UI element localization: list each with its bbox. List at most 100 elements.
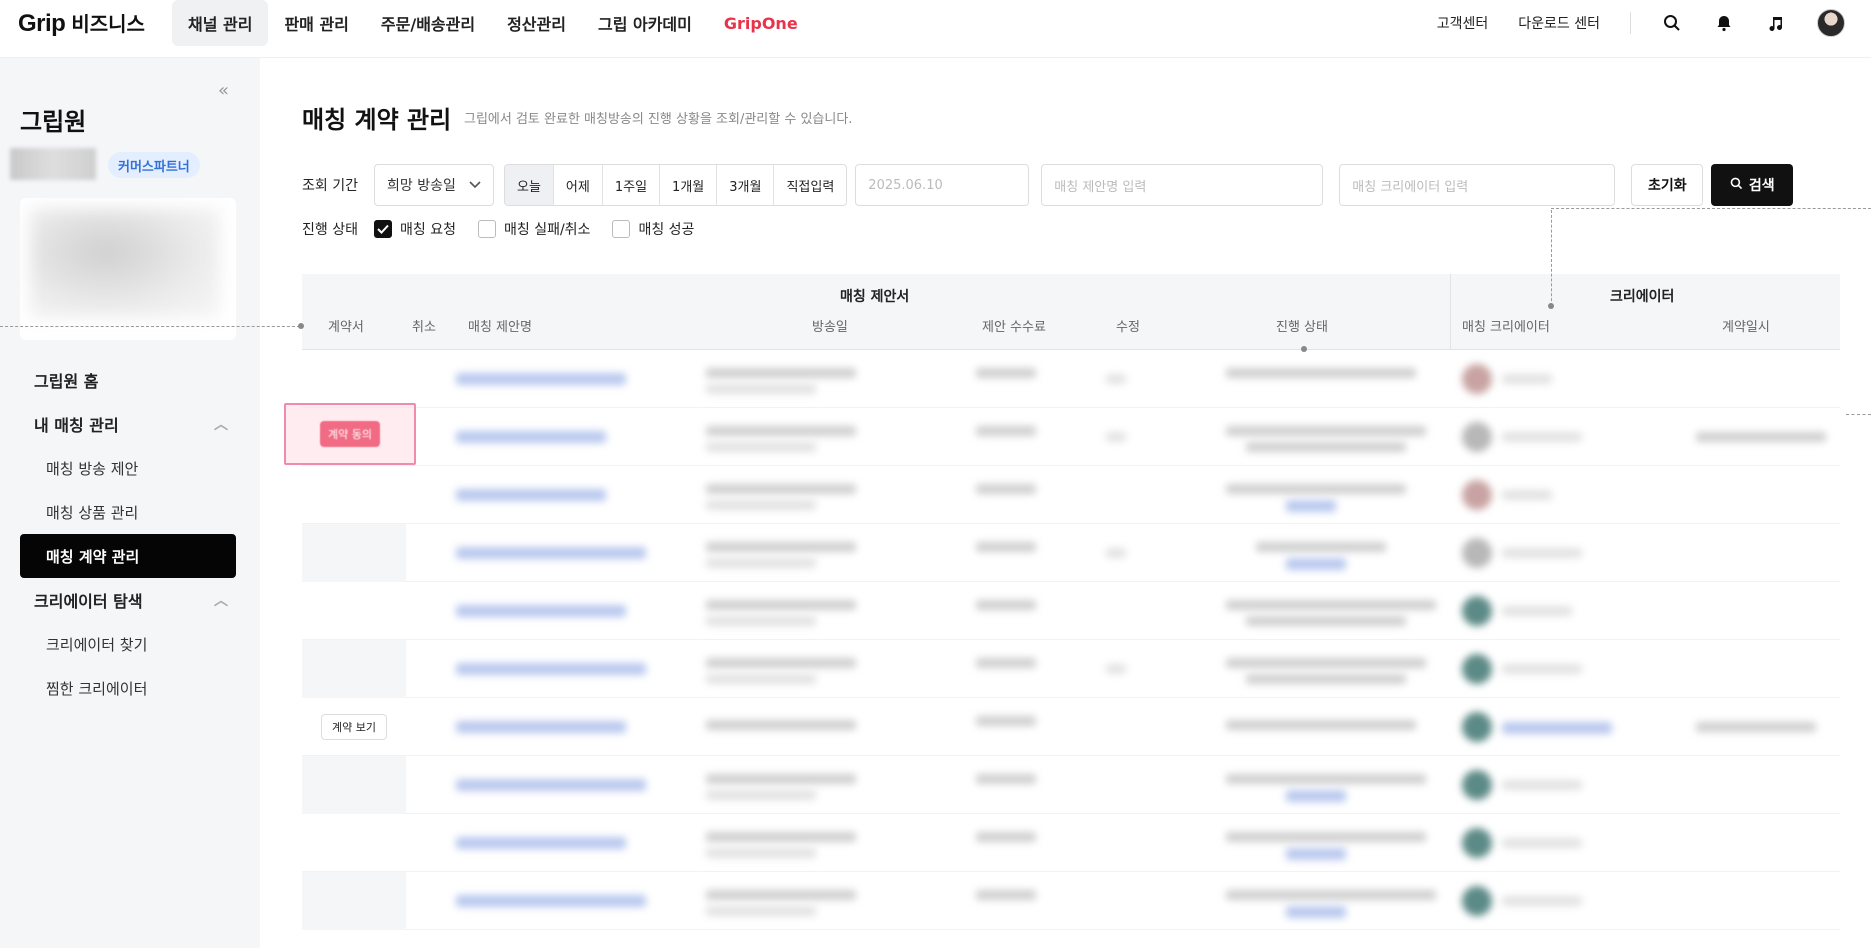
download-center-link[interactable]: 다운로드 센터 (1518, 13, 1600, 33)
period-filter-row: 조회 기간 희망 방송일 오늘 어제 1주일 1개월 3개월 직접입력 2025… (302, 164, 1794, 206)
sidebar-item-find-creator[interactable]: 크리에이터 찾기 (20, 622, 236, 666)
annotation-line (0, 326, 300, 327)
annotation-dot (1548, 303, 1554, 309)
period-button-group: 오늘 어제 1주일 1개월 3개월 직접입력 (504, 164, 848, 206)
search-icon (1730, 177, 1743, 194)
table-row[interactable] (302, 524, 1840, 582)
menu-label: 매칭 상품 관리 (46, 503, 139, 522)
contract-table: 매칭 제안서 크리에이터 계약서 취소 매칭 제안명 방송일 제안 수수료 수정… (302, 274, 1840, 930)
table-row[interactable] (302, 756, 1840, 814)
chevron-down-icon (469, 177, 481, 193)
grip-business-logo[interactable]: Grip 비즈니스 (18, 8, 145, 38)
table-row[interactable] (302, 640, 1840, 698)
checkbox-unchecked (612, 220, 631, 238)
nav-order-shipping[interactable]: 주문/배송관리 (365, 0, 491, 46)
table-row[interactable] (302, 872, 1840, 930)
col-progress-status: 진행 상태 (1276, 320, 1328, 335)
nav-gripone[interactable]: GripOne (708, 0, 814, 46)
period-custom-button[interactable]: 직접입력 (774, 165, 846, 205)
header-divider (1450, 274, 1451, 350)
annotation-line (1846, 414, 1871, 415)
nav-channel-management[interactable]: 채널 관리 (172, 0, 269, 46)
view-contract-button[interactable]: 계약 보기 (321, 714, 387, 740)
page-description: 그립에서 검토 완료한 매칭방송의 진행 상황을 조회/관리할 수 있습니다. (464, 112, 853, 127)
blurred-row-content (406, 350, 1840, 408)
proposal-name-input[interactable]: 매칭 제안명 입력 (1041, 164, 1324, 206)
col-proposal-fee: 제안 수수료 (982, 320, 1046, 335)
table-row[interactable] (302, 408, 1840, 466)
blurred-row-content (406, 872, 1840, 930)
nav-grip-academy[interactable]: 그립 아카데미 (582, 0, 708, 46)
date-input[interactable]: 2025.06.10 (855, 164, 1030, 206)
row-lead-cell: 계약 보기 (302, 698, 406, 756)
period-1week-button[interactable]: 1주일 (603, 165, 661, 205)
period-3month-button[interactable]: 3개월 (717, 165, 775, 205)
agree-contract-button[interactable]: 계약 동의 (320, 421, 380, 447)
table-body: 계약 보기 (302, 350, 1840, 930)
status-failed-checkbox[interactable]: 매칭 실패/취소 (477, 219, 590, 239)
search-button-label: 검색 (1748, 178, 1775, 194)
period-label: 조회 기간 (302, 178, 358, 194)
sidebar-item-favorite-creator[interactable]: 찜한 크리에이터 (20, 666, 236, 710)
user-avatar[interactable] (1817, 9, 1845, 37)
sidebar-item-my-matching[interactable]: 내 매칭 관리 ︿ (20, 402, 236, 446)
table-row[interactable]: 계약 보기 (302, 698, 1840, 756)
checkbox-unchecked (477, 220, 496, 238)
sidebar-collapse-icon[interactable]: « (218, 80, 229, 101)
menu-label: 크리에이터 찾기 (46, 635, 148, 654)
customer-center-link[interactable]: 고객센터 (1437, 13, 1489, 33)
menu-label: 매칭 계약 관리 (46, 547, 140, 566)
row-lead-cell (302, 872, 406, 930)
search-button[interactable]: 검색 (1711, 164, 1794, 206)
utility-nav: 고객센터 다운로드 센터 (1437, 0, 1845, 46)
reset-button[interactable]: 초기화 (1631, 164, 1704, 206)
period-type-select[interactable]: 희망 방송일 (374, 164, 494, 206)
blurred-row-content (406, 756, 1840, 814)
status-label: 진행 상태 (302, 222, 358, 238)
sidebar-item-gripone-home[interactable]: 그립원 홈 (20, 358, 236, 402)
main-nav: 채널 관리 판매 관리 주문/배송관리 정산관리 그립 아카데미 GripOne (172, 0, 814, 46)
logo-sub: 비즈니스 (71, 12, 145, 36)
sidebar-item-matching-broadcast-proposal[interactable]: 매칭 방송 제안 (20, 446, 236, 490)
top-navigation-bar: Grip 비즈니스 채널 관리 판매 관리 주문/배송관리 정산관리 그립 아카… (0, 0, 1871, 58)
sidebar-item-matching-contract[interactable]: 매칭 계약 관리 (20, 534, 236, 578)
col-proposal-name: 매칭 제안명 (468, 320, 532, 335)
col-matching-creator: 매칭 크리에이터 (1462, 320, 1550, 335)
row-lead-cell (302, 640, 406, 698)
creator-name-input[interactable]: 매칭 크리에이터 입력 (1339, 164, 1616, 206)
sidebar: « 그립원 커머스파트너 그립원 홈 내 매칭 관리 ︿ 매칭 방송 제안 매칭 … (0, 58, 260, 948)
table-row[interactable] (302, 814, 1840, 872)
period-today-button[interactable]: 오늘 (505, 165, 554, 205)
bell-icon[interactable] (1713, 12, 1735, 34)
table-header: 매칭 제안서 크리에이터 계약서 취소 매칭 제안명 방송일 제안 수수료 수정… (302, 274, 1840, 350)
annotation-line (1551, 210, 1552, 306)
nav-sales-management[interactable]: 판매 관리 (268, 0, 364, 46)
agree-contract-highlight: 계약 동의 (284, 403, 416, 465)
sidebar-menu: 그립원 홈 내 매칭 관리 ︿ 매칭 방송 제안 매칭 상품 관리 매칭 계약 관… (20, 358, 236, 710)
status-filter-row: 진행 상태 매칭 요청 매칭 실패/취소 매칭 성공 (302, 216, 716, 242)
table-row[interactable] (302, 350, 1840, 408)
period-1month-button[interactable]: 1개월 (660, 165, 718, 205)
status-success-checkbox[interactable]: 매칭 성공 (612, 219, 694, 239)
blurred-row-content (406, 814, 1840, 872)
table-row[interactable] (302, 466, 1840, 524)
sidebar-item-matching-product[interactable]: 매칭 상품 관리 (20, 490, 236, 534)
group-header-proposal: 매칭 제안서 (840, 289, 910, 305)
page-title: 매칭 계약 관리 (302, 106, 452, 134)
status-request-checkbox[interactable]: 매칭 요청 (374, 219, 456, 239)
search-icon[interactable] (1661, 12, 1683, 34)
nav-settlement[interactable]: 정산관리 (491, 0, 582, 46)
blurred-profile-card (20, 198, 236, 340)
chevron-up-icon[interactable]: ︿ (214, 590, 228, 610)
period-yesterday-button[interactable]: 어제 (554, 165, 603, 205)
music-note-icon[interactable] (1765, 12, 1787, 34)
row-lead-cell (302, 814, 406, 872)
blurred-row-content (406, 640, 1840, 698)
table-row[interactable] (302, 582, 1840, 640)
col-broadcast-date: 방송일 (812, 320, 848, 335)
col-cancel: 취소 (412, 320, 436, 335)
row-lead-cell (302, 756, 406, 814)
logo-brand: Grip (18, 10, 66, 37)
sidebar-item-creator-explore[interactable]: 크리에이터 탐색 ︿ (20, 578, 236, 622)
chevron-up-icon[interactable]: ︿ (214, 414, 228, 434)
